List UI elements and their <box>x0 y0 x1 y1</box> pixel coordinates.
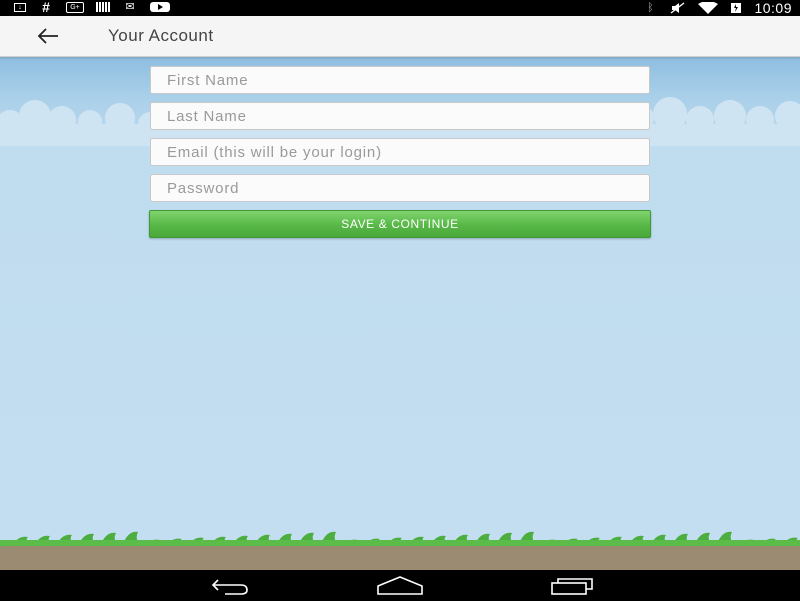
battery-icon <box>731 3 742 13</box>
status-bar-notifications: ↓ # G+ ✉ <box>14 0 170 15</box>
back-button[interactable] <box>34 24 62 48</box>
grass-ground-decoration <box>0 531 800 570</box>
recent-apps-icon <box>551 578 593 595</box>
status-bar: ↓ # G+ ✉ ᛒ 10:09 <box>0 0 800 16</box>
bluetooth-icon: ᛒ <box>647 2 654 14</box>
download-icon: ↓ <box>14 2 26 12</box>
nav-recents-button[interactable] <box>548 574 596 596</box>
status-bar-system: ᛒ 10:09 <box>642 0 792 16</box>
mute-icon <box>671 2 685 14</box>
google-plus-icon: G+ <box>66 1 84 13</box>
page-title: Your Account <box>108 26 214 45</box>
back-icon <box>211 579 248 595</box>
email-icon: ✉ <box>125 1 135 13</box>
last-name-field[interactable] <box>150 102 650 130</box>
nav-back-button[interactable] <box>205 574 253 596</box>
navigation-bar <box>0 570 800 600</box>
email-field[interactable] <box>150 138 650 166</box>
main-content: SAVE & CONTINUE <box>0 56 800 570</box>
youtube-icon <box>150 2 170 12</box>
wifi-icon <box>698 2 719 14</box>
barcode-icon <box>96 2 110 12</box>
nav-home-button[interactable] <box>376 574 424 596</box>
hash-icon: # <box>42 0 50 15</box>
save-continue-button[interactable]: SAVE & CONTINUE <box>149 210 651 238</box>
home-icon <box>377 576 423 595</box>
account-form: SAVE & CONTINUE <box>149 66 651 238</box>
password-field[interactable] <box>150 174 650 202</box>
arrow-left-icon <box>37 28 58 44</box>
app-bar: Your Account <box>0 16 800 57</box>
clock: 10:09 <box>754 0 792 16</box>
first-name-field[interactable] <box>150 66 650 94</box>
